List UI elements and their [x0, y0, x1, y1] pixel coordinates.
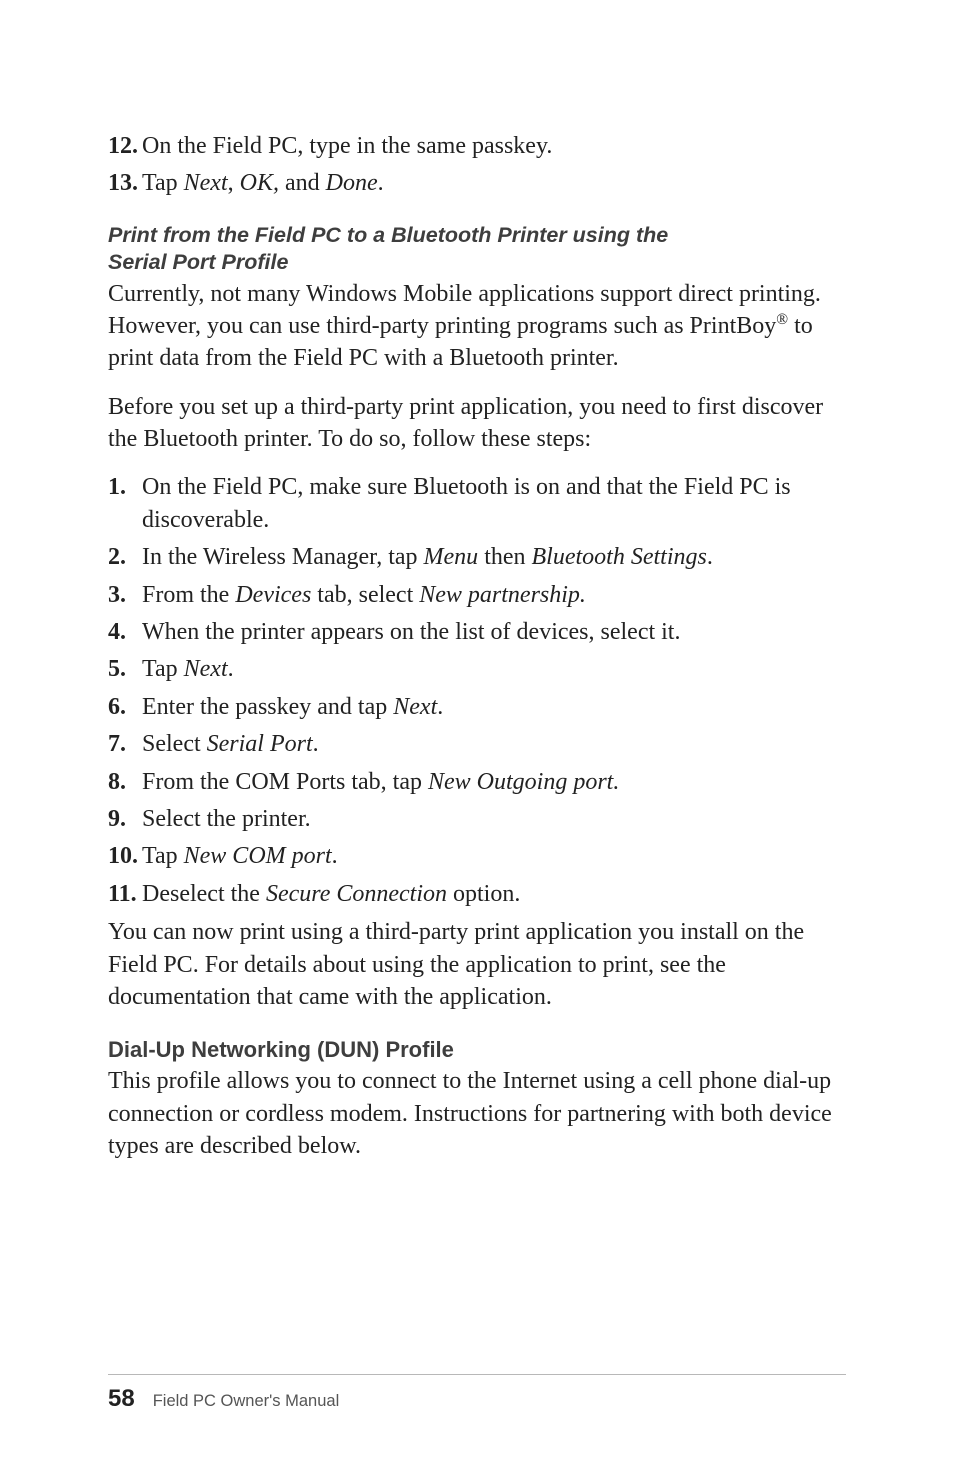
list-number: 10.: [108, 840, 142, 872]
list-text: Tap Next, OK, and Done.: [142, 167, 846, 199]
list-text: Tap New COM port.: [142, 840, 846, 872]
list-item: 3. From the Devices tab, select New part…: [108, 579, 846, 611]
text-run: From the COM Ports tab, tap: [142, 769, 428, 795]
list-item: 7. Select Serial Port.: [108, 728, 846, 760]
text-run: tab, select: [311, 582, 419, 608]
text-run: In the Wireless Manager, tap: [142, 544, 424, 570]
list-number: 6.: [108, 691, 142, 723]
list-text: Enter the passkey and tap Next.: [142, 691, 846, 723]
list-item: 10. Tap New COM port.: [108, 840, 846, 872]
text-run: .: [313, 731, 319, 757]
list-item: 12. On the Field PC, type in the same pa…: [108, 130, 846, 162]
text-italic: Done: [326, 170, 378, 196]
list-number: 11.: [108, 878, 142, 910]
text-italic: Menu: [424, 544, 479, 570]
paragraph: This profile allows you to connect to th…: [108, 1065, 846, 1162]
list-text: From the COM Ports tab, tap New Outgoing…: [142, 766, 846, 798]
text-run: Select: [142, 731, 207, 757]
list-text: On the Field PC, make sure Bluetooth is …: [142, 471, 846, 536]
text-run: Tap: [142, 843, 184, 869]
section-heading: Dial-Up Networking (DUN) Profile: [108, 1037, 846, 1063]
list-text: Select the printer.: [142, 803, 846, 835]
text-run: From the: [142, 582, 235, 608]
list-text: Select Serial Port.: [142, 728, 846, 760]
subheading-line: Print from the Field PC to a Bluetooth P…: [108, 223, 668, 247]
text-italic: Devices: [235, 582, 311, 608]
registered-mark-icon: ®: [776, 311, 788, 328]
text-italic: Serial Port: [207, 731, 313, 757]
list-item: 11. Deselect the Secure Connection optio…: [108, 878, 846, 910]
text-run: and: [279, 170, 326, 196]
list-number: 9.: [108, 803, 142, 835]
list-item: 5. Tap Next.: [108, 653, 846, 685]
text-run: Deselect the: [142, 881, 266, 907]
footer-title: Field PC Owner's Manual: [153, 1392, 340, 1411]
paragraph: You can now print using a third-party pr…: [108, 916, 846, 1013]
list-number: 7.: [108, 728, 142, 760]
list-item: 1. On the Field PC, make sure Bluetooth …: [108, 471, 846, 536]
text-run: ,: [228, 170, 240, 196]
list-item: 6. Enter the passkey and tap Next.: [108, 691, 846, 723]
text-italic: New partnership.: [419, 582, 586, 608]
paragraph: Before you set up a third-party print ap…: [108, 391, 846, 456]
list-text: From the Devices tab, select New partner…: [142, 579, 846, 611]
text-italic: OK,: [240, 170, 279, 196]
text-run: .: [378, 170, 384, 196]
text-run: Tap: [142, 656, 184, 682]
subheading-line: Serial Port Profile: [108, 250, 288, 274]
text-italic: Next: [184, 170, 228, 196]
list-text: Tap Next.: [142, 653, 846, 685]
list-item: 8. From the COM Ports tab, tap New Outgo…: [108, 766, 846, 798]
text-italic: Bluetooth Settings: [532, 544, 707, 570]
text-run: .: [707, 544, 713, 570]
list-number: 5.: [108, 653, 142, 685]
list-number: 8.: [108, 766, 142, 798]
list-number: 3.: [108, 579, 142, 611]
text-italic: Next: [184, 656, 228, 682]
list-text: Deselect the Secure Connection option.: [142, 878, 846, 910]
list-item: 4. When the printer appears on the list …: [108, 616, 846, 648]
numbered-list-continuation: 12. On the Field PC, type in the same pa…: [108, 130, 846, 200]
list-text: When the printer appears on the list of …: [142, 616, 846, 648]
text-run: .: [228, 656, 234, 682]
paragraph: Currently, not many Windows Mobile appli…: [108, 278, 846, 375]
numbered-list: 1. On the Field PC, make sure Bluetooth …: [108, 471, 846, 910]
list-number: 12.: [108, 130, 142, 162]
list-number: 13.: [108, 167, 142, 199]
page-number: 58: [108, 1385, 135, 1413]
text-run: Tap: [142, 170, 184, 196]
list-item: 2. In the Wireless Manager, tap Menu the…: [108, 541, 846, 573]
page: 12. On the Field PC, type in the same pa…: [0, 0, 954, 1475]
text-run: Currently, not many Windows Mobile appli…: [108, 281, 821, 339]
page-footer: 58 Field PC Owner's Manual: [108, 1374, 846, 1413]
section-subheading: Print from the Field PC to a Bluetooth P…: [108, 222, 846, 276]
text-run: option.: [447, 881, 520, 907]
text-run: .: [437, 694, 443, 720]
list-text: In the Wireless Manager, tap Menu then B…: [142, 541, 846, 573]
text-italic: New COM port: [184, 843, 332, 869]
list-text: On the Field PC, type in the same passke…: [142, 130, 846, 162]
text-run: Enter the passkey and tap: [142, 694, 393, 720]
list-item: 9. Select the printer.: [108, 803, 846, 835]
text-italic: Next: [393, 694, 437, 720]
list-item: 13. Tap Next, OK, and Done.: [108, 167, 846, 199]
list-number: 1.: [108, 471, 142, 536]
list-number: 4.: [108, 616, 142, 648]
text-run: .: [332, 843, 338, 869]
text-run: then: [478, 544, 531, 570]
text-italic: New Outgoing port.: [428, 769, 619, 795]
list-number: 2.: [108, 541, 142, 573]
text-italic: Secure Connection: [266, 881, 447, 907]
